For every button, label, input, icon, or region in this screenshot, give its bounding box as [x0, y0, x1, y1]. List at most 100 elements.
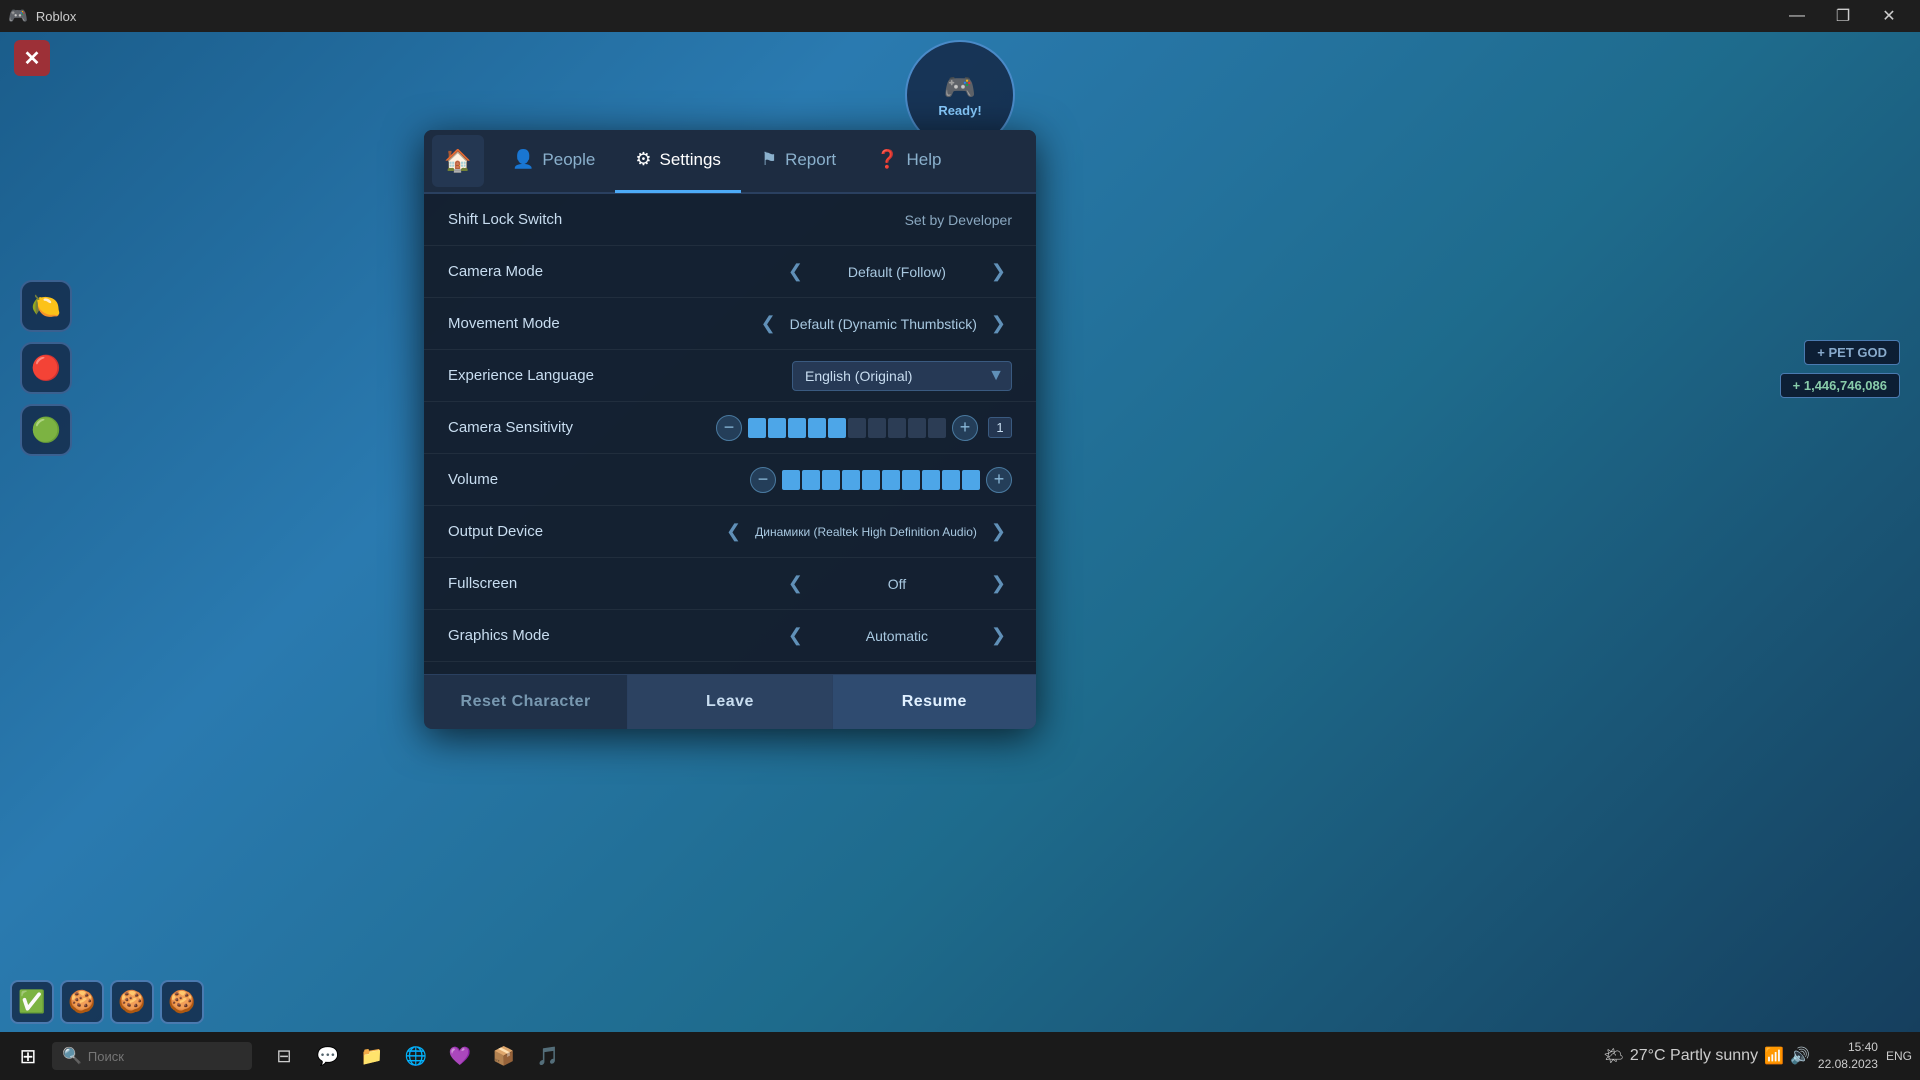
help-icon: ❓ [876, 149, 898, 170]
ready-text: Ready! [938, 103, 981, 118]
collectible-1: ✅ [10, 980, 54, 1024]
settings-content: Shift Lock Switch Set by Developer Camer… [424, 194, 1036, 674]
close-x-button[interactable]: ✕ [14, 40, 50, 76]
vol-seg-4 [842, 470, 860, 490]
vol-seg-2 [802, 470, 820, 490]
resume-button[interactable]: Resume [833, 675, 1036, 729]
movement-mode-next[interactable]: ❯ [985, 311, 1012, 336]
output-device-label: Output Device [448, 523, 688, 540]
volume-minus[interactable]: − [750, 467, 776, 493]
taskbar-view-icon[interactable]: ⊟ [264, 1036, 304, 1076]
output-device-value: Динамики (Realtek High Definition Audio) [755, 525, 977, 539]
taskbar-app-icon[interactable]: 📦 [484, 1036, 524, 1076]
tabs-bar: 🏠 👤 People ⚙ Settings ⚑ Report ❓ Help [424, 130, 1036, 194]
weather-icon: 🌤 [1604, 1046, 1624, 1066]
start-button[interactable]: ⊞ [8, 1036, 48, 1076]
tab-home[interactable]: 🏠 [432, 135, 484, 187]
weather-text: 27°C Partly sunny [1630, 1047, 1758, 1065]
report-icon: ⚑ [761, 149, 777, 170]
collectible-4: 🍪 [160, 980, 204, 1024]
time-block: 15:40 22.08.2023 [1818, 1039, 1878, 1073]
seg-5 [828, 418, 846, 438]
shift-lock-control: Set by Developer [688, 212, 1012, 228]
shift-lock-value: Set by Developer [905, 212, 1012, 228]
graphics-mode-label: Graphics Mode [448, 627, 688, 644]
taskbar-discord-icon[interactable]: 💜 [440, 1036, 480, 1076]
camera-mode-select: ❮ Default (Follow) ❯ [782, 259, 1012, 284]
fullscreen-select: ❮ Off ❯ [782, 571, 1012, 596]
seg-10 [928, 418, 946, 438]
volume-plus[interactable]: + [986, 467, 1012, 493]
graphics-mode-next[interactable]: ❯ [985, 623, 1012, 648]
collectible-3: 🍪 [110, 980, 154, 1024]
sensitivity-minus[interactable]: − [716, 415, 742, 441]
side-icon-2[interactable]: 🔴 [20, 342, 72, 394]
experience-language-label: Experience Language [448, 367, 688, 384]
bottom-left-ui: ✅ 🍪 🍪 🍪 [10, 980, 204, 1024]
fullscreen-next[interactable]: ❯ [985, 571, 1012, 596]
reset-character-button[interactable]: Reset Character [424, 675, 627, 729]
tab-people[interactable]: 👤 People [492, 130, 615, 193]
graphics-mode-value: Automatic [817, 628, 977, 644]
camera-sensitivity-slider: − + 1 [716, 415, 1012, 441]
restore-button[interactable]: ❐ [1820, 0, 1866, 32]
taskbar-chat-icon[interactable]: 💬 [308, 1036, 348, 1076]
tab-help[interactable]: ❓ Help [856, 130, 961, 193]
taskbar-right: 🌤 27°C Partly sunny 📶 🔊 15:40 22.08.2023… [1604, 1039, 1912, 1073]
minimize-button[interactable]: — [1774, 0, 1820, 32]
fullscreen-prev[interactable]: ❮ [782, 571, 809, 596]
tab-settings[interactable]: ⚙ Settings [615, 130, 741, 193]
taskbar-music-icon[interactable]: 🎵 [528, 1036, 568, 1076]
close-window-button[interactable]: ✕ [1866, 0, 1912, 32]
seg-2 [768, 418, 786, 438]
taskbar: ⊞ 🔍 ⊟ 💬 📁 🌐 💜 📦 🎵 🌤 27°C Partly sunny 📶 … [0, 1032, 1920, 1080]
shift-lock-label: Shift Lock Switch [448, 211, 688, 228]
setting-camera-sensitivity: Camera Sensitivity − [424, 402, 1036, 454]
setting-movement-mode: Movement Mode ❮ Default (Dynamic Thumbst… [424, 298, 1036, 350]
seg-4 [808, 418, 826, 438]
wifi-icon: 📶 [1764, 1046, 1784, 1066]
side-icon-1[interactable]: 🍋 [20, 280, 72, 332]
titlebar: 🎮 Roblox — ❐ ✕ [0, 0, 1920, 32]
fullscreen-control: ❮ Off ❯ [688, 571, 1012, 596]
sensitivity-plus[interactable]: + [952, 415, 978, 441]
output-device-prev[interactable]: ❮ [720, 519, 747, 544]
pet-god-badge: + PET GOD [1804, 340, 1900, 365]
vol-seg-6 [882, 470, 900, 490]
side-icons-left: 🍋 🔴 🟢 [20, 280, 72, 456]
side-icon-3[interactable]: 🟢 [20, 404, 72, 456]
camera-sensitivity-control: − + 1 [688, 415, 1012, 441]
leave-button[interactable]: Leave [627, 675, 832, 729]
output-device-next[interactable]: ❯ [985, 519, 1012, 544]
movement-mode-select: ❮ Default (Dynamic Thumbstick) ❯ [755, 311, 1012, 336]
fullscreen-label: Fullscreen [448, 575, 688, 592]
language-dropdown-wrapper: English (Original) Русский Deutsch Franç… [792, 361, 1012, 391]
seg-1 [748, 418, 766, 438]
system-tray-icons: 🌤 27°C Partly sunny 📶 🔊 [1604, 1046, 1810, 1066]
sensitivity-track [748, 418, 946, 438]
volume-label: Volume [448, 471, 688, 488]
vol-seg-7 [902, 470, 920, 490]
graphics-mode-prev[interactable]: ❮ [782, 623, 809, 648]
setting-graphics-mode: Graphics Mode ❮ Automatic ❯ [424, 610, 1036, 662]
seg-6 [848, 418, 866, 438]
search-input[interactable] [88, 1049, 228, 1064]
output-device-control: ❮ Динамики (Realtek High Definition Audi… [688, 519, 1012, 544]
tab-report[interactable]: ⚑ Report [741, 130, 856, 193]
movement-mode-prev[interactable]: ❮ [755, 311, 782, 336]
vol-seg-5 [862, 470, 880, 490]
camera-mode-value: Default (Follow) [817, 264, 977, 280]
speaker-icon: 🔊 [1790, 1046, 1810, 1066]
setting-output-device: Output Device ❮ Динамики (Realtek High D… [424, 506, 1036, 558]
taskbar-folder-icon[interactable]: 📁 [352, 1036, 392, 1076]
seg-3 [788, 418, 806, 438]
volume-slider: − + [750, 467, 1012, 493]
language-indicator: ENG [1886, 1049, 1912, 1063]
camera-mode-next[interactable]: ❯ [985, 259, 1012, 284]
taskbar-search: 🔍 [52, 1042, 252, 1070]
language-dropdown[interactable]: English (Original) Русский Deutsch Franç… [792, 361, 1012, 391]
movement-mode-value: Default (Dynamic Thumbstick) [790, 316, 977, 332]
graphics-mode-control: ❮ Automatic ❯ [688, 623, 1012, 648]
taskbar-browser-icon[interactable]: 🌐 [396, 1036, 436, 1076]
camera-mode-prev[interactable]: ❮ [782, 259, 809, 284]
